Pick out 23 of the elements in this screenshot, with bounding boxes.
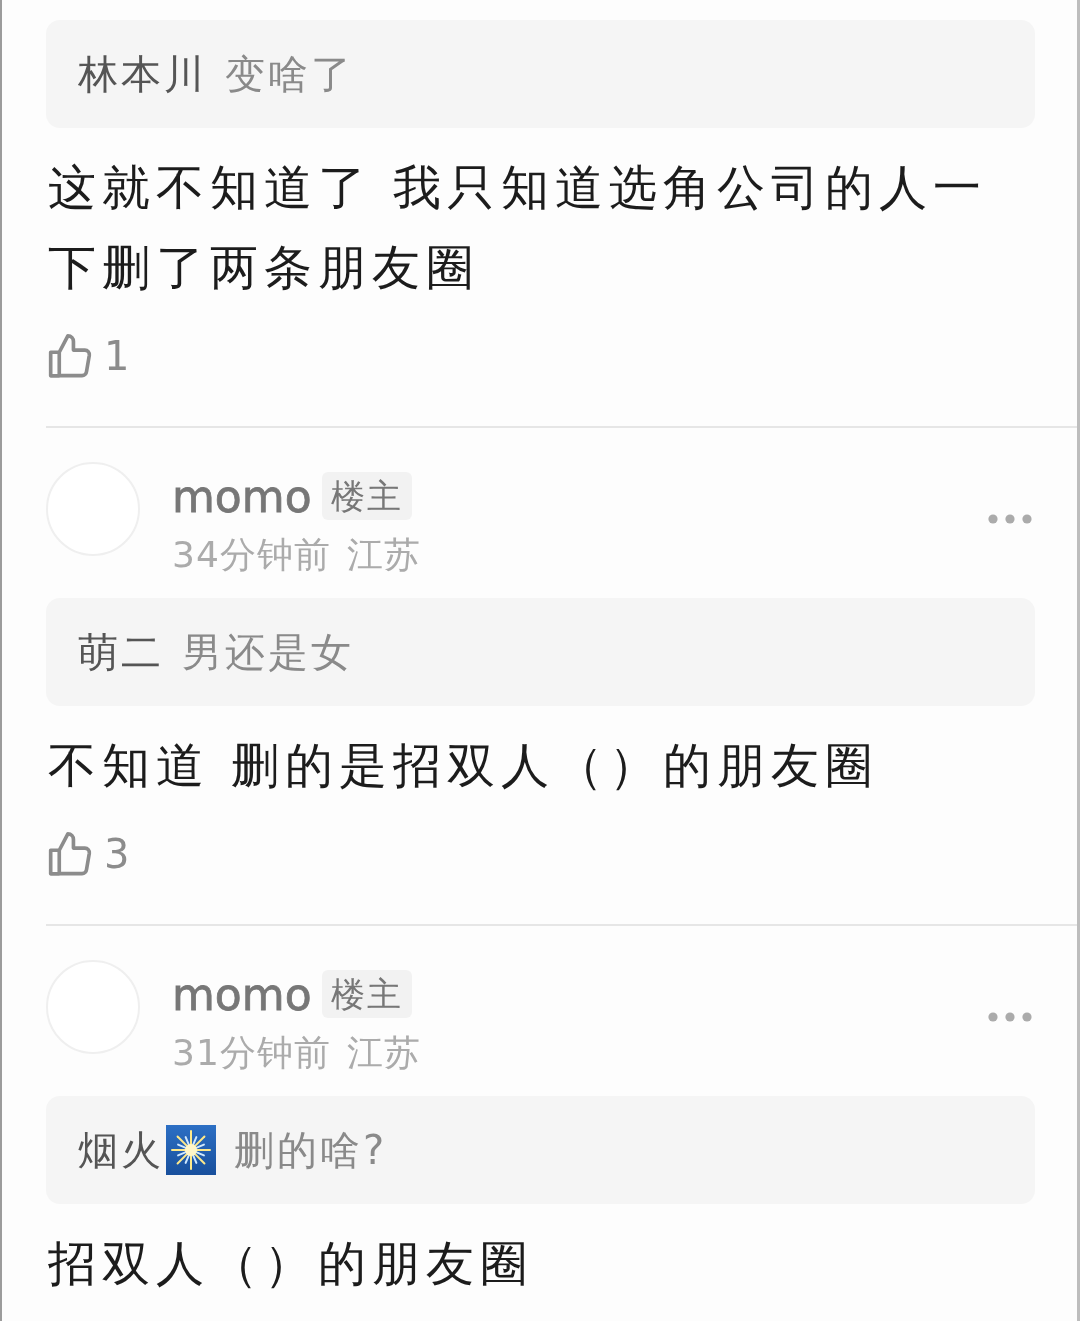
quoted-user-name[interactable]: 烟火	[78, 1122, 164, 1178]
quoted-user-name[interactable]: 萌二	[78, 624, 164, 680]
thumbs-up-icon	[48, 832, 92, 876]
comment-text: 招双人（）的朋友圈	[48, 1234, 535, 1293]
comment-text: 这就不知道了 我只知道选角公司的人一下删了两条朋友圈	[48, 158, 989, 297]
comment-location: 江苏	[346, 1031, 421, 1075]
author-badge: 楼主	[321, 970, 412, 1018]
quoted-text: 变啥了	[225, 49, 354, 99]
author-badge: 楼主	[321, 472, 412, 520]
quoted-text: 男还是女	[182, 627, 354, 677]
thumbs-up-icon	[48, 334, 92, 378]
quoted-user-name[interactable]: 林本川	[78, 46, 207, 102]
like-button[interactable]: 1	[46, 334, 130, 378]
more-icon[interactable]	[988, 514, 1032, 524]
user-name[interactable]: momo	[172, 968, 312, 1020]
comment-time: 34分钟前	[172, 533, 331, 577]
comment-text: 不知道 删的是招双人（）的朋友圈	[48, 736, 881, 795]
user-name[interactable]: momo	[172, 470, 312, 522]
comment-location: 江苏	[346, 533, 421, 577]
like-button[interactable]: 3	[46, 832, 130, 876]
more-icon[interactable]	[988, 1012, 1032, 1022]
comment-time: 31分钟前	[172, 1031, 331, 1075]
quoted-text: 删的啥?	[234, 1125, 388, 1175]
